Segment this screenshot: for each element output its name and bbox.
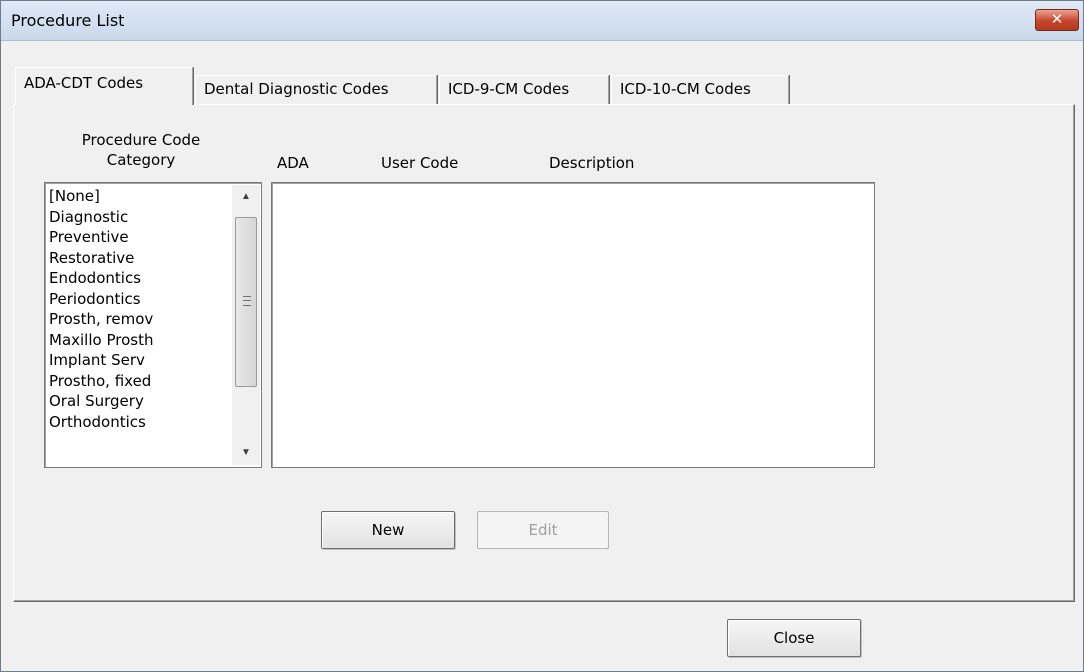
list-item[interactable]: Maxillo Prosth [49,330,153,351]
tab-icd-10-cm-codes[interactable]: ICD-10-CM Codes [611,75,789,105]
list-item[interactable]: Endodontics [49,268,153,289]
list-item[interactable]: [None] [49,186,153,207]
category-heading-line1: Procedure Code [81,131,201,149]
scroll-up-arrow-icon[interactable]: ▲ [232,185,260,209]
scroll-down-arrow-icon[interactable]: ▼ [232,441,260,465]
tab-label: ADA-CDT Codes [24,74,144,92]
column-header-description: Description [549,154,635,172]
tab-label: ICD-9-CM Codes [448,80,570,98]
list-item[interactable]: Orthodontics [49,412,153,433]
tab-ada-cdt-codes[interactable]: ADA-CDT Codes [15,67,193,105]
procedure-list-window: Procedure List ✕ ADA-CDT Codes Dental Di… [0,0,1084,672]
list-item[interactable]: Oral Surgery [49,391,153,412]
category-heading-line2: Category [106,151,176,169]
close-button[interactable]: Close [727,619,861,657]
tab-icd-9-cm-codes[interactable]: ICD-9-CM Codes [439,75,609,105]
category-scrollbar[interactable]: ▲ ▼ [232,185,260,465]
tab-label: ICD-10-CM Codes [620,80,751,98]
category-list: [None] Diagnostic Preventive Restorative… [49,186,153,432]
tab-label: Dental Diagnostic Codes [204,80,389,98]
category-listbox[interactable]: [None] Diagnostic Preventive Restorative… [44,182,262,468]
list-item[interactable]: Implant Serv [49,350,153,371]
edit-button[interactable]: Edit [477,511,609,549]
column-header-user-code: User Code [381,154,459,172]
list-item[interactable]: Periodontics [49,289,153,310]
close-x-icon[interactable]: ✕ [1035,9,1079,31]
list-item[interactable]: Restorative [49,248,153,269]
list-item[interactable]: Preventive [49,227,153,248]
list-item[interactable]: Prostho, fixed [49,371,153,392]
tab-dental-diagnostic-codes[interactable]: Dental Diagnostic Codes [195,75,437,105]
new-button[interactable]: New [321,511,455,549]
grip-icon [243,296,251,306]
list-item[interactable]: Prosth, remov [49,309,153,330]
title-bar[interactable]: Procedure List ✕ [1,1,1083,41]
procedure-code-grid[interactable] [271,182,875,468]
window-title: Procedure List [11,11,125,30]
column-header-ada: ADA [277,154,309,172]
scroll-thumb[interactable] [235,217,257,387]
list-item[interactable]: Diagnostic [49,207,153,228]
